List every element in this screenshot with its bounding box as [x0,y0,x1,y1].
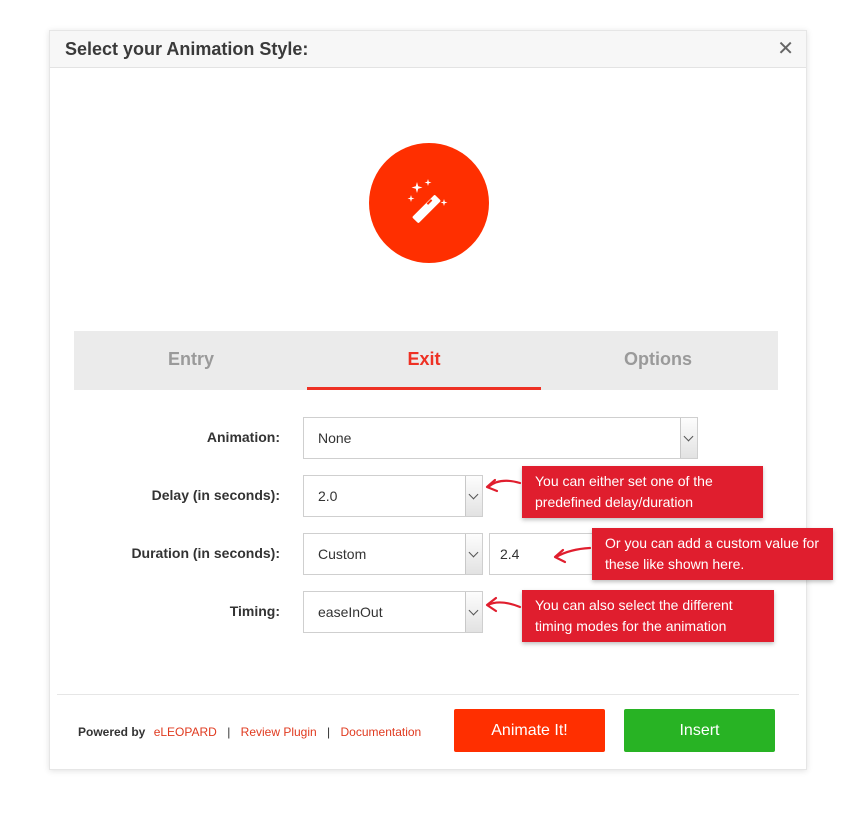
footer-separator: | [227,725,231,739]
timing-select-value: easeInOut [318,604,383,620]
chevron-down-icon [465,476,482,516]
footer-separator: | [327,725,331,739]
delay-label: Delay (in seconds): [151,487,280,503]
duration-custom-input[interactable]: 2.4 [489,533,594,575]
arrow-delay [486,479,522,489]
footer-divider [57,694,799,695]
duration-select-value: Custom [318,546,367,562]
animation-label: Animation: [206,429,280,445]
arrow-timing [486,601,522,609]
animate-button[interactable]: Animate It! [454,709,605,752]
arrow-delay-head [485,478,499,493]
timing-select[interactable]: easeInOut [303,591,483,633]
dialog-title: Select your Animation Style: [65,39,309,59]
arrow-timing-head [485,596,498,613]
animation-style-dialog: Select your Animation Style: ✕ Entry Exi… [49,30,833,770]
delay-select-value: 2.0 [318,488,338,504]
delay-select[interactable]: 2.0 [303,475,483,517]
review-plugin-link[interactable]: Review Plugin [241,725,317,739]
chevron-down-icon [465,592,482,632]
animation-select-value: None [318,430,352,446]
brand-link[interactable]: eLEOPARD [154,725,217,739]
documentation-link[interactable]: Documentation [341,725,422,739]
chevron-down-icon [465,534,482,574]
duration-select[interactable]: Custom [303,533,483,575]
tooltip-timing: You can also select the different timing… [522,590,774,642]
tab-options[interactable]: Options [541,331,775,390]
footer-links: Powered by eLEOPARD | Review Plugin | Do… [78,725,421,739]
tooltip-custom-value: Or you can add a custom value for these … [592,528,833,580]
hero-badge [369,143,489,263]
tooltip-delay: You can either set one of the predefined… [522,466,763,518]
close-icon[interactable]: ✕ [777,36,794,61]
duration-label: Duration (in seconds): [131,545,280,561]
animation-select[interactable]: None [303,417,698,459]
dialog-header: Select your Animation Style: ✕ [50,31,806,68]
tab-bar: Entry Exit Options [74,331,778,390]
magic-wand-icon [407,179,448,223]
tab-entry[interactable]: Entry [74,331,308,390]
chevron-down-icon [680,418,697,458]
insert-button[interactable]: Insert [624,709,775,752]
tab-exit[interactable]: Exit [307,331,541,390]
tooltip-arrows [485,478,592,613]
powered-by-label: Powered by [78,725,146,739]
timing-label: Timing: [229,603,280,619]
